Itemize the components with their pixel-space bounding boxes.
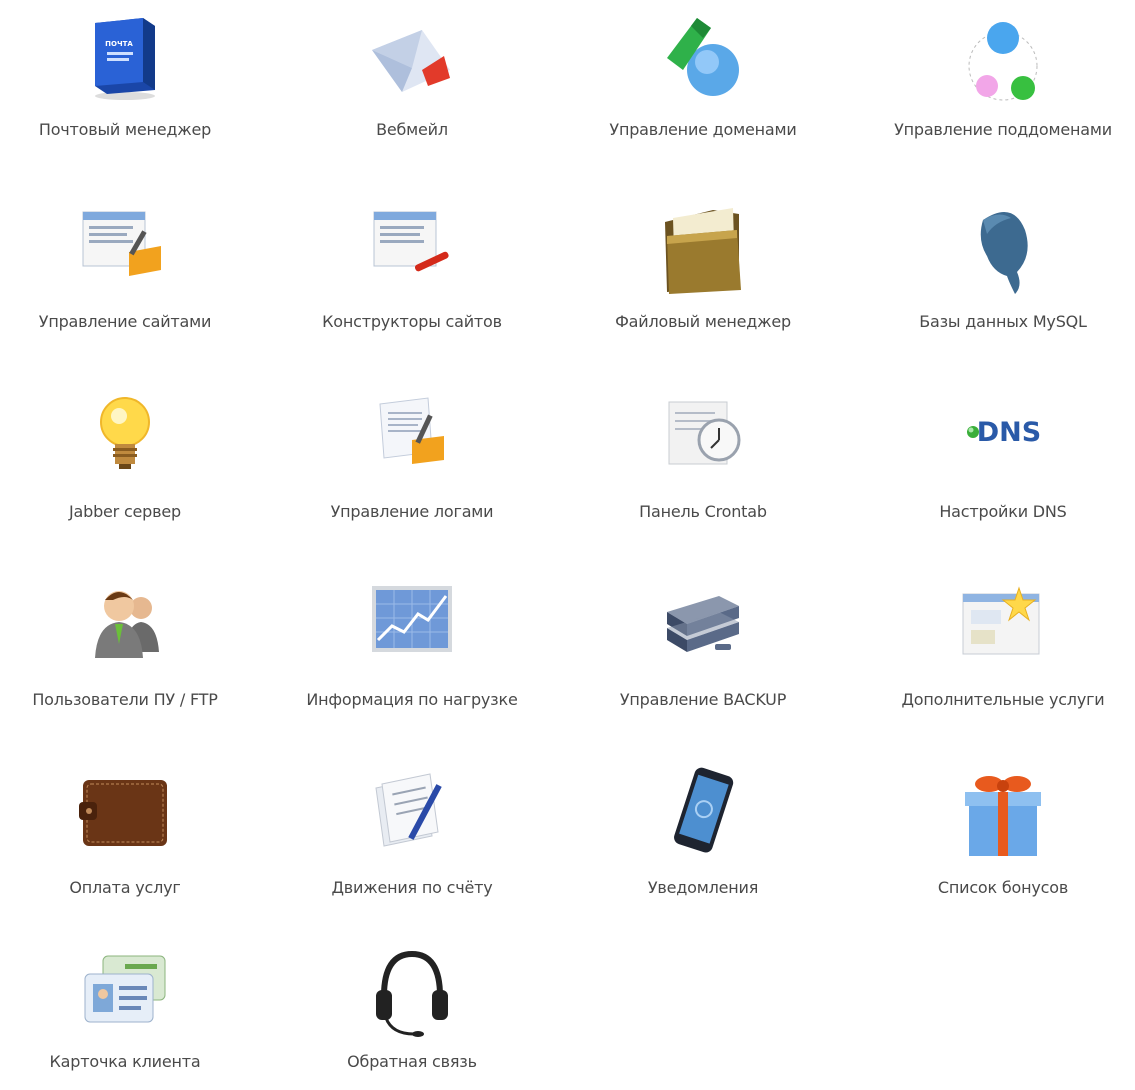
mail-icon-text: ПОЧТА [105, 40, 133, 48]
tile-label: Базы данных MySQL [919, 312, 1087, 331]
tile-dns[interactable]: DNS Настройки DNS [878, 390, 1128, 540]
tile-bonuses[interactable]: Список бонусов [878, 766, 1128, 916]
domains-icon [653, 8, 753, 108]
document-pen-icon [362, 766, 462, 866]
tile-mail-manager[interactable]: ПОЧТА Почтовый менеджер [0, 8, 250, 158]
clock-icon [653, 390, 753, 490]
tile-label: Управление сайтами [38, 312, 212, 331]
tile-label: Пользователи ПУ / FTP [32, 690, 218, 709]
tile-crontab[interactable]: Панель Crontab [578, 390, 828, 540]
tile-label: Управление поддоменами [894, 120, 1112, 139]
tile-label: Информация по нагрузке [306, 690, 518, 709]
gift-icon [953, 766, 1053, 866]
tile-label: Управление логами [330, 502, 494, 521]
tile-account-movements[interactable]: Движения по счёту [287, 766, 537, 916]
tile-label: Список бонусов [937, 878, 1069, 897]
tile-site-builders[interactable]: Конструкторы сайтов [287, 200, 537, 350]
dns-icon-text: DNS [977, 417, 1041, 448]
dolphin-icon [953, 200, 1053, 300]
site-builder-icon [362, 200, 462, 300]
tile-label: Настройки DNS [939, 502, 1067, 521]
tile-sites[interactable]: Управление сайтами [0, 200, 250, 350]
users-icon [75, 578, 175, 678]
tile-subdomains[interactable]: Управление поддоменами [878, 8, 1128, 158]
tile-label: Конструкторы сайтов [322, 312, 502, 331]
tile-label: Jabber сервер [69, 502, 181, 521]
dns-icon: DNS [953, 390, 1053, 490]
tile-label: Панель Crontab [639, 502, 767, 521]
folder-icon [653, 200, 753, 300]
tile-feedback[interactable]: Обратная связь [287, 940, 537, 1090]
tile-extra-services[interactable]: Дополнительные услуги [878, 578, 1128, 728]
tile-label: Управление доменами [609, 120, 797, 139]
tile-jabber[interactable]: Jabber сервер [0, 390, 250, 540]
tile-label: Почтовый менеджер [38, 120, 212, 139]
tile-label: Управление BACKUP [619, 690, 787, 709]
tile-backup[interactable]: Управление BACKUP [578, 578, 828, 728]
logs-icon [362, 390, 462, 490]
extra-services-icon [953, 578, 1053, 678]
lightbulb-icon [75, 390, 175, 490]
tile-label: Уведомления [647, 878, 759, 897]
site-manager-icon [75, 200, 175, 300]
tile-load-info[interactable]: Информация по нагрузке [287, 578, 537, 728]
mail-box-icon: ПОЧТА [75, 8, 175, 108]
server-icon [653, 578, 753, 678]
tile-logs[interactable]: Управление логами [287, 390, 537, 540]
tile-label: Движения по счёту [331, 878, 493, 897]
control-panel: { "tiles": [ {"label":"Почтовый менеджер… [0, 0, 1135, 1089]
tile-label: Обратная связь [347, 1052, 477, 1071]
client-card-icon [75, 940, 175, 1040]
tile-domains[interactable]: Управление доменами [578, 8, 828, 158]
tile-notifications[interactable]: Уведомления [578, 766, 828, 916]
tile-label: Карточка клиента [49, 1052, 201, 1071]
tile-webmail[interactable]: Вебмейл [287, 8, 537, 158]
tile-mysql[interactable]: Базы данных MySQL [878, 200, 1128, 350]
headset-icon [362, 940, 462, 1040]
tile-label: Оплата услуг [69, 878, 181, 897]
subdomains-icon [953, 8, 1053, 108]
envelope-icon [362, 8, 462, 108]
tile-label: Файловый менеджер [615, 312, 791, 331]
tile-payment[interactable]: Оплата услуг [0, 766, 250, 916]
tile-users-ftp[interactable]: Пользователи ПУ / FTP [0, 578, 250, 728]
smartphone-icon [653, 766, 753, 866]
tile-file-manager[interactable]: Файловый менеджер [578, 200, 828, 350]
tile-client-card[interactable]: Карточка клиента [0, 940, 250, 1090]
wallet-icon [75, 766, 175, 866]
tile-label: Вебмейл [376, 120, 448, 139]
load-chart-icon [362, 578, 462, 678]
tile-label: Дополнительные услуги [901, 690, 1105, 709]
